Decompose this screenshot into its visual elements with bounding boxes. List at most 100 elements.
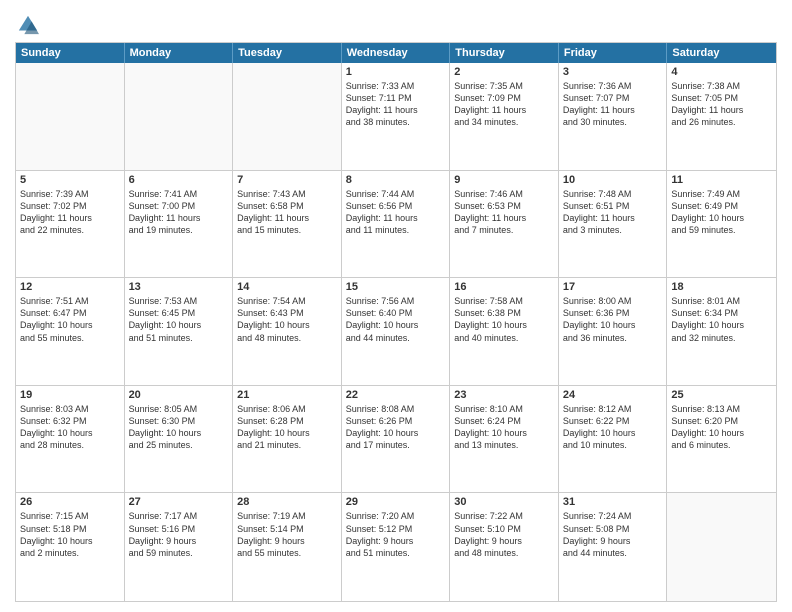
cell-info: Sunrise: 7:19 AMSunset: 5:14 PMDaylight:… — [237, 510, 337, 559]
calendar-cell: 24 Sunrise: 8:12 AMSunset: 6:22 PMDayligh… — [559, 386, 668, 493]
logo-icon — [17, 14, 39, 36]
cell-info: Sunrise: 7:49 AMSunset: 6:49 PMDaylight:… — [671, 188, 772, 237]
day-number: 18 — [671, 281, 772, 293]
calendar-row: 26Sunrise: 7:15 AMSunset: 5:18 PMDayligh… — [16, 493, 776, 601]
day-number: 31 — [563, 496, 663, 508]
day-number: 12 — [20, 281, 120, 293]
calendar-body: 1Sunrise: 7:33 AMSunset: 7:11 PMDaylight… — [16, 63, 776, 601]
day-number: 29 — [346, 496, 446, 508]
calendar-cell: 1Sunrise: 7:33 AMSunset: 7:11 PMDaylight… — [342, 63, 451, 170]
cell-info: Sunrise: 7:39 AMSunset: 7:02 PMDaylight:… — [20, 188, 120, 237]
calendar-cell: 9 Sunrise: 7:46 AMSunset: 6:53 PMDaylight… — [450, 171, 559, 278]
day-number: 20 — [129, 389, 229, 401]
day-header-wednesday: Wednesday — [342, 43, 451, 63]
calendar-cell: 8Sunrise: 7:44 AMSunset: 6:56 PMDaylight… — [342, 171, 451, 278]
calendar-cell: 4 Sunrise: 7:38 AMSunset: 7:05 PMDaylight… — [667, 63, 776, 170]
day-number: 14 — [237, 281, 337, 293]
cell-info: Sunrise: 7:48 AMSunset: 6:51 PMDaylight:… — [563, 188, 663, 237]
cell-info: Sunrise: 8:03 AMSunset: 6:32 PMDaylight:… — [20, 403, 120, 452]
cell-info: Sunrise: 7:58 AMSunset: 6:38 PMDaylight:… — [454, 295, 554, 344]
calendar-row: 12 Sunrise: 7:51 AMSunset: 6:47 PMDayligh… — [16, 278, 776, 386]
cell-info: Sunrise: 8:05 AMSunset: 6:30 PMDaylight:… — [129, 403, 229, 452]
day-header-tuesday: Tuesday — [233, 43, 342, 63]
cell-info: Sunrise: 8:00 AMSunset: 6:36 PMDaylight:… — [563, 295, 663, 344]
day-number: 23 — [454, 389, 554, 401]
day-header-friday: Friday — [559, 43, 668, 63]
calendar-cell — [233, 63, 342, 170]
calendar-cell: 22Sunrise: 8:08 AMSunset: 6:26 PMDayligh… — [342, 386, 451, 493]
cell-info: Sunrise: 7:43 AMSunset: 6:58 PMDaylight:… — [237, 188, 337, 237]
cell-info: Sunrise: 8:01 AMSunset: 6:34 PMDaylight:… — [671, 295, 772, 344]
day-number: 2 — [454, 66, 554, 78]
day-number: 27 — [129, 496, 229, 508]
day-number: 21 — [237, 389, 337, 401]
cell-info: Sunrise: 8:13 AMSunset: 6:20 PMDaylight:… — [671, 403, 772, 452]
calendar-cell: 5 Sunrise: 7:39 AMSunset: 7:02 PMDaylight… — [16, 171, 125, 278]
day-number: 9 — [454, 174, 554, 186]
calendar-cell: 25Sunrise: 8:13 AMSunset: 6:20 PMDayligh… — [667, 386, 776, 493]
calendar-cell: 16Sunrise: 7:58 AMSunset: 6:38 PMDayligh… — [450, 278, 559, 385]
calendar-row: 1Sunrise: 7:33 AMSunset: 7:11 PMDaylight… — [16, 63, 776, 171]
cell-info: Sunrise: 7:38 AMSunset: 7:05 PMDaylight:… — [671, 80, 772, 129]
day-number: 24 — [563, 389, 663, 401]
cell-info: Sunrise: 7:15 AMSunset: 5:18 PMDaylight:… — [20, 510, 120, 559]
calendar-header: SundayMondayTuesdayWednesdayThursdayFrid… — [16, 43, 776, 63]
calendar-cell: 20 Sunrise: 8:05 AMSunset: 6:30 PMDayligh… — [125, 386, 234, 493]
logo — [15, 14, 39, 36]
day-header-saturday: Saturday — [667, 43, 776, 63]
calendar-row: 19Sunrise: 8:03 AMSunset: 6:32 PMDayligh… — [16, 386, 776, 494]
calendar-cell — [667, 493, 776, 601]
calendar-cell: 29 Sunrise: 7:20 AMSunset: 5:12 PMDayligh… — [342, 493, 451, 601]
cell-info: Sunrise: 7:36 AMSunset: 7:07 PMDaylight:… — [563, 80, 663, 129]
day-number: 5 — [20, 174, 120, 186]
calendar-cell: 10 Sunrise: 7:48 AMSunset: 6:51 PMDayligh… — [559, 171, 668, 278]
day-number: 10 — [563, 174, 663, 186]
cell-info: Sunrise: 7:17 AMSunset: 5:16 PMDaylight:… — [129, 510, 229, 559]
cell-info: Sunrise: 7:51 AMSunset: 6:47 PMDaylight:… — [20, 295, 120, 344]
calendar-cell — [125, 63, 234, 170]
day-number: 1 — [346, 66, 446, 78]
calendar-cell: 19Sunrise: 8:03 AMSunset: 6:32 PMDayligh… — [16, 386, 125, 493]
calendar-row: 5 Sunrise: 7:39 AMSunset: 7:02 PMDaylight… — [16, 171, 776, 279]
calendar-cell: 31 Sunrise: 7:24 AMSunset: 5:08 PMDayligh… — [559, 493, 668, 601]
day-number: 22 — [346, 389, 446, 401]
cell-info: Sunrise: 7:56 AMSunset: 6:40 PMDaylight:… — [346, 295, 446, 344]
cell-info: Sunrise: 7:54 AMSunset: 6:43 PMDaylight:… — [237, 295, 337, 344]
page: SundayMondayTuesdayWednesdayThursdayFrid… — [0, 0, 792, 612]
calendar: SundayMondayTuesdayWednesdayThursdayFrid… — [15, 42, 777, 602]
cell-info: Sunrise: 7:44 AMSunset: 6:56 PMDaylight:… — [346, 188, 446, 237]
calendar-cell: 17 Sunrise: 8:00 AMSunset: 6:36 PMDayligh… — [559, 278, 668, 385]
cell-info: Sunrise: 7:53 AMSunset: 6:45 PMDaylight:… — [129, 295, 229, 344]
day-number: 7 — [237, 174, 337, 186]
cell-info: Sunrise: 8:12 AMSunset: 6:22 PMDaylight:… — [563, 403, 663, 452]
day-number: 15 — [346, 281, 446, 293]
calendar-cell: 11 Sunrise: 7:49 AMSunset: 6:49 PMDayligh… — [667, 171, 776, 278]
day-number: 4 — [671, 66, 772, 78]
day-number: 30 — [454, 496, 554, 508]
day-number: 6 — [129, 174, 229, 186]
calendar-cell: 7 Sunrise: 7:43 AMSunset: 6:58 PMDaylight… — [233, 171, 342, 278]
cell-info: Sunrise: 7:24 AMSunset: 5:08 PMDaylight:… — [563, 510, 663, 559]
day-number: 3 — [563, 66, 663, 78]
calendar-cell: 18 Sunrise: 8:01 AMSunset: 6:34 PMDayligh… — [667, 278, 776, 385]
calendar-cell: 30 Sunrise: 7:22 AMSunset: 5:10 PMDayligh… — [450, 493, 559, 601]
cell-info: Sunrise: 8:10 AMSunset: 6:24 PMDaylight:… — [454, 403, 554, 452]
cell-info: Sunrise: 7:46 AMSunset: 6:53 PMDaylight:… — [454, 188, 554, 237]
calendar-cell: 27 Sunrise: 7:17 AMSunset: 5:16 PMDayligh… — [125, 493, 234, 601]
calendar-cell: 15 Sunrise: 7:56 AMSunset: 6:40 PMDayligh… — [342, 278, 451, 385]
calendar-cell: 21Sunrise: 8:06 AMSunset: 6:28 PMDayligh… — [233, 386, 342, 493]
cell-info: Sunrise: 7:22 AMSunset: 5:10 PMDaylight:… — [454, 510, 554, 559]
calendar-cell — [16, 63, 125, 170]
calendar-cell: 6Sunrise: 7:41 AMSunset: 7:00 PMDaylight… — [125, 171, 234, 278]
day-number: 28 — [237, 496, 337, 508]
day-number: 17 — [563, 281, 663, 293]
calendar-cell: 2 Sunrise: 7:35 AMSunset: 7:09 PMDaylight… — [450, 63, 559, 170]
day-number: 11 — [671, 174, 772, 186]
header — [15, 10, 777, 36]
day-number: 13 — [129, 281, 229, 293]
calendar-cell: 3 Sunrise: 7:36 AMSunset: 7:07 PMDaylight… — [559, 63, 668, 170]
cell-info: Sunrise: 7:35 AMSunset: 7:09 PMDaylight:… — [454, 80, 554, 129]
cell-info: Sunrise: 7:20 AMSunset: 5:12 PMDaylight:… — [346, 510, 446, 559]
calendar-cell: 28 Sunrise: 7:19 AMSunset: 5:14 PMDayligh… — [233, 493, 342, 601]
day-header-sunday: Sunday — [16, 43, 125, 63]
